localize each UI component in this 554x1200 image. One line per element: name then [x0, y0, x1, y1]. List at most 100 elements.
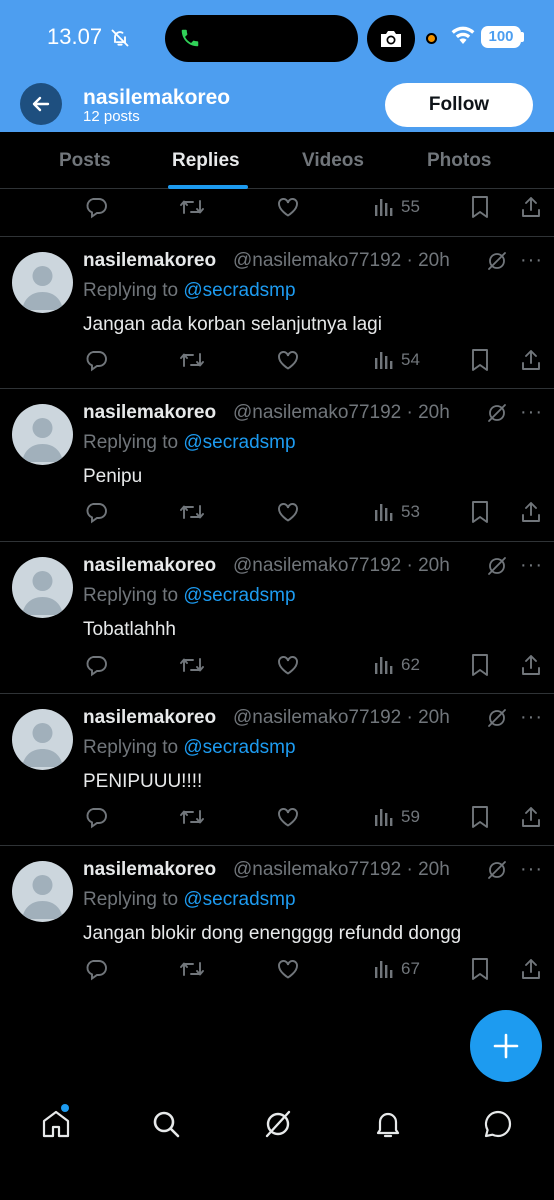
tab-replies[interactable]: Replies	[172, 150, 240, 172]
home-icon[interactable]	[40, 1108, 72, 1140]
grok-icon[interactable]	[486, 555, 508, 577]
bookmark-icon[interactable]	[470, 653, 490, 677]
messages-icon[interactable]	[482, 1108, 514, 1140]
dynamic-island[interactable]	[165, 15, 358, 62]
reply-icon[interactable]	[84, 957, 108, 981]
retweet-icon[interactable]	[178, 500, 206, 524]
bookmark-icon[interactable]	[470, 500, 490, 524]
retweet-icon[interactable]	[178, 348, 206, 372]
tab-photos[interactable]: Photos	[427, 150, 491, 172]
reply-icon[interactable]	[84, 805, 108, 829]
views-count: 59	[401, 807, 420, 826]
tweet-item[interactable]: nasilemakoreo @nasilemako77192 · 20h ···…	[0, 541, 554, 693]
replying-to-label: Replying to	[83, 280, 179, 301]
views-count: 55	[401, 197, 420, 216]
status-time: 13.07	[47, 24, 103, 49]
reply-icon[interactable]	[84, 195, 108, 219]
mention-link[interactable]: @secradsmp	[183, 585, 295, 606]
more-options-icon[interactable]: ···	[520, 401, 543, 424]
like-icon[interactable]	[276, 653, 300, 677]
share-icon[interactable]	[520, 500, 542, 524]
grok-icon[interactable]	[486, 250, 508, 272]
replying-to-label: Replying to	[83, 737, 179, 758]
battery-nub	[521, 32, 524, 42]
more-options-icon[interactable]: ···	[520, 858, 543, 881]
avatar[interactable]	[12, 557, 73, 618]
like-icon[interactable]	[276, 348, 300, 372]
more-options-icon[interactable]: ···	[520, 554, 543, 577]
tweet-author-name[interactable]: nasilemakoreo	[83, 707, 216, 729]
views-icon[interactable]	[373, 500, 395, 524]
retweet-icon[interactable]	[178, 653, 206, 677]
profile-name: nasilemakoreo	[83, 86, 231, 109]
share-icon[interactable]	[520, 348, 542, 372]
tweet-item[interactable]: nasilemakoreo @nasilemako77192 · 20h ···…	[0, 236, 554, 388]
home-notification-dot	[61, 1104, 69, 1112]
bookmark-icon[interactable]	[470, 805, 490, 829]
views-icon[interactable]	[373, 195, 395, 219]
replying-to: Replying to @secradsmp	[83, 737, 296, 759]
retweet-icon[interactable]	[178, 195, 206, 219]
share-icon[interactable]	[520, 957, 542, 981]
share-icon[interactable]	[520, 653, 542, 677]
like-icon[interactable]	[276, 805, 300, 829]
reply-icon[interactable]	[84, 653, 108, 677]
tweet-item[interactable]: nasilemakoreo @nasilemako77192 · 20h ···…	[0, 388, 554, 540]
back-button[interactable]	[20, 83, 62, 125]
tweet-actions: 62	[0, 653, 554, 683]
views-count: 62	[401, 655, 420, 674]
reply-icon[interactable]	[84, 348, 108, 372]
avatar[interactable]	[12, 861, 73, 922]
avatar[interactable]	[12, 709, 73, 770]
retweet-icon[interactable]	[178, 957, 206, 981]
compose-button[interactable]	[470, 1010, 542, 1082]
retweet-icon[interactable]	[178, 805, 206, 829]
tab-posts[interactable]: Posts	[59, 150, 111, 172]
tweet-item[interactable]: nasilemakoreo @nasilemako77192 · 20h ···…	[0, 693, 554, 845]
tweet-actions: 67	[0, 957, 554, 987]
avatar[interactable]	[12, 252, 73, 313]
mention-link[interactable]: @secradsmp	[183, 889, 295, 910]
tweet-author-name[interactable]: nasilemakoreo	[83, 402, 216, 424]
tab-videos[interactable]: Videos	[302, 150, 364, 172]
mention-link[interactable]: @secradsmp	[183, 737, 295, 758]
posts-count: 12 posts	[83, 108, 140, 125]
grok-icon[interactable]	[486, 402, 508, 424]
profile-header: 13.07 100 nasilemakoreo 12 posts Follow	[0, 0, 554, 132]
notifications-icon[interactable]	[372, 1108, 404, 1140]
tweet-actions: 54	[0, 348, 554, 378]
bookmark-icon[interactable]	[470, 195, 490, 219]
tweet-text: Penipu	[83, 466, 143, 487]
views-icon[interactable]	[373, 805, 395, 829]
bookmark-icon[interactable]	[470, 957, 490, 981]
views-icon[interactable]	[373, 653, 395, 677]
mention-link[interactable]: @secradsmp	[183, 432, 295, 453]
tweet-handle-time: @nasilemako77192 · 20h	[233, 555, 450, 576]
mic-indicator-dot	[426, 33, 437, 44]
more-options-icon[interactable]: ···	[520, 249, 543, 272]
search-icon[interactable]	[150, 1108, 182, 1140]
tweet-item[interactable]: nasilemakoreo @nasilemako77192 · 20h ···…	[0, 845, 554, 997]
tweet-author-name[interactable]: nasilemakoreo	[83, 250, 216, 272]
tweet-author-name[interactable]: nasilemakoreo	[83, 555, 216, 577]
tweet-author-name[interactable]: nasilemakoreo	[83, 859, 216, 881]
grok-icon[interactable]	[262, 1108, 294, 1140]
share-icon[interactable]	[520, 805, 542, 829]
avatar[interactable]	[12, 404, 73, 465]
more-options-icon[interactable]: ···	[520, 706, 543, 729]
like-icon[interactable]	[276, 500, 300, 524]
views-icon[interactable]	[373, 957, 395, 981]
follow-button[interactable]: Follow	[385, 83, 533, 127]
grok-icon[interactable]	[486, 859, 508, 881]
arrow-left-icon	[32, 96, 50, 112]
wifi-icon	[451, 26, 475, 44]
grok-icon[interactable]	[486, 707, 508, 729]
reply-icon[interactable]	[84, 500, 108, 524]
share-icon[interactable]	[520, 195, 542, 219]
like-icon[interactable]	[276, 957, 300, 981]
mention-link[interactable]: @secradsmp	[183, 280, 295, 301]
views-count: 54	[401, 350, 420, 369]
views-icon[interactable]	[373, 348, 395, 372]
bookmark-icon[interactable]	[470, 348, 490, 372]
like-icon[interactable]	[276, 195, 300, 219]
